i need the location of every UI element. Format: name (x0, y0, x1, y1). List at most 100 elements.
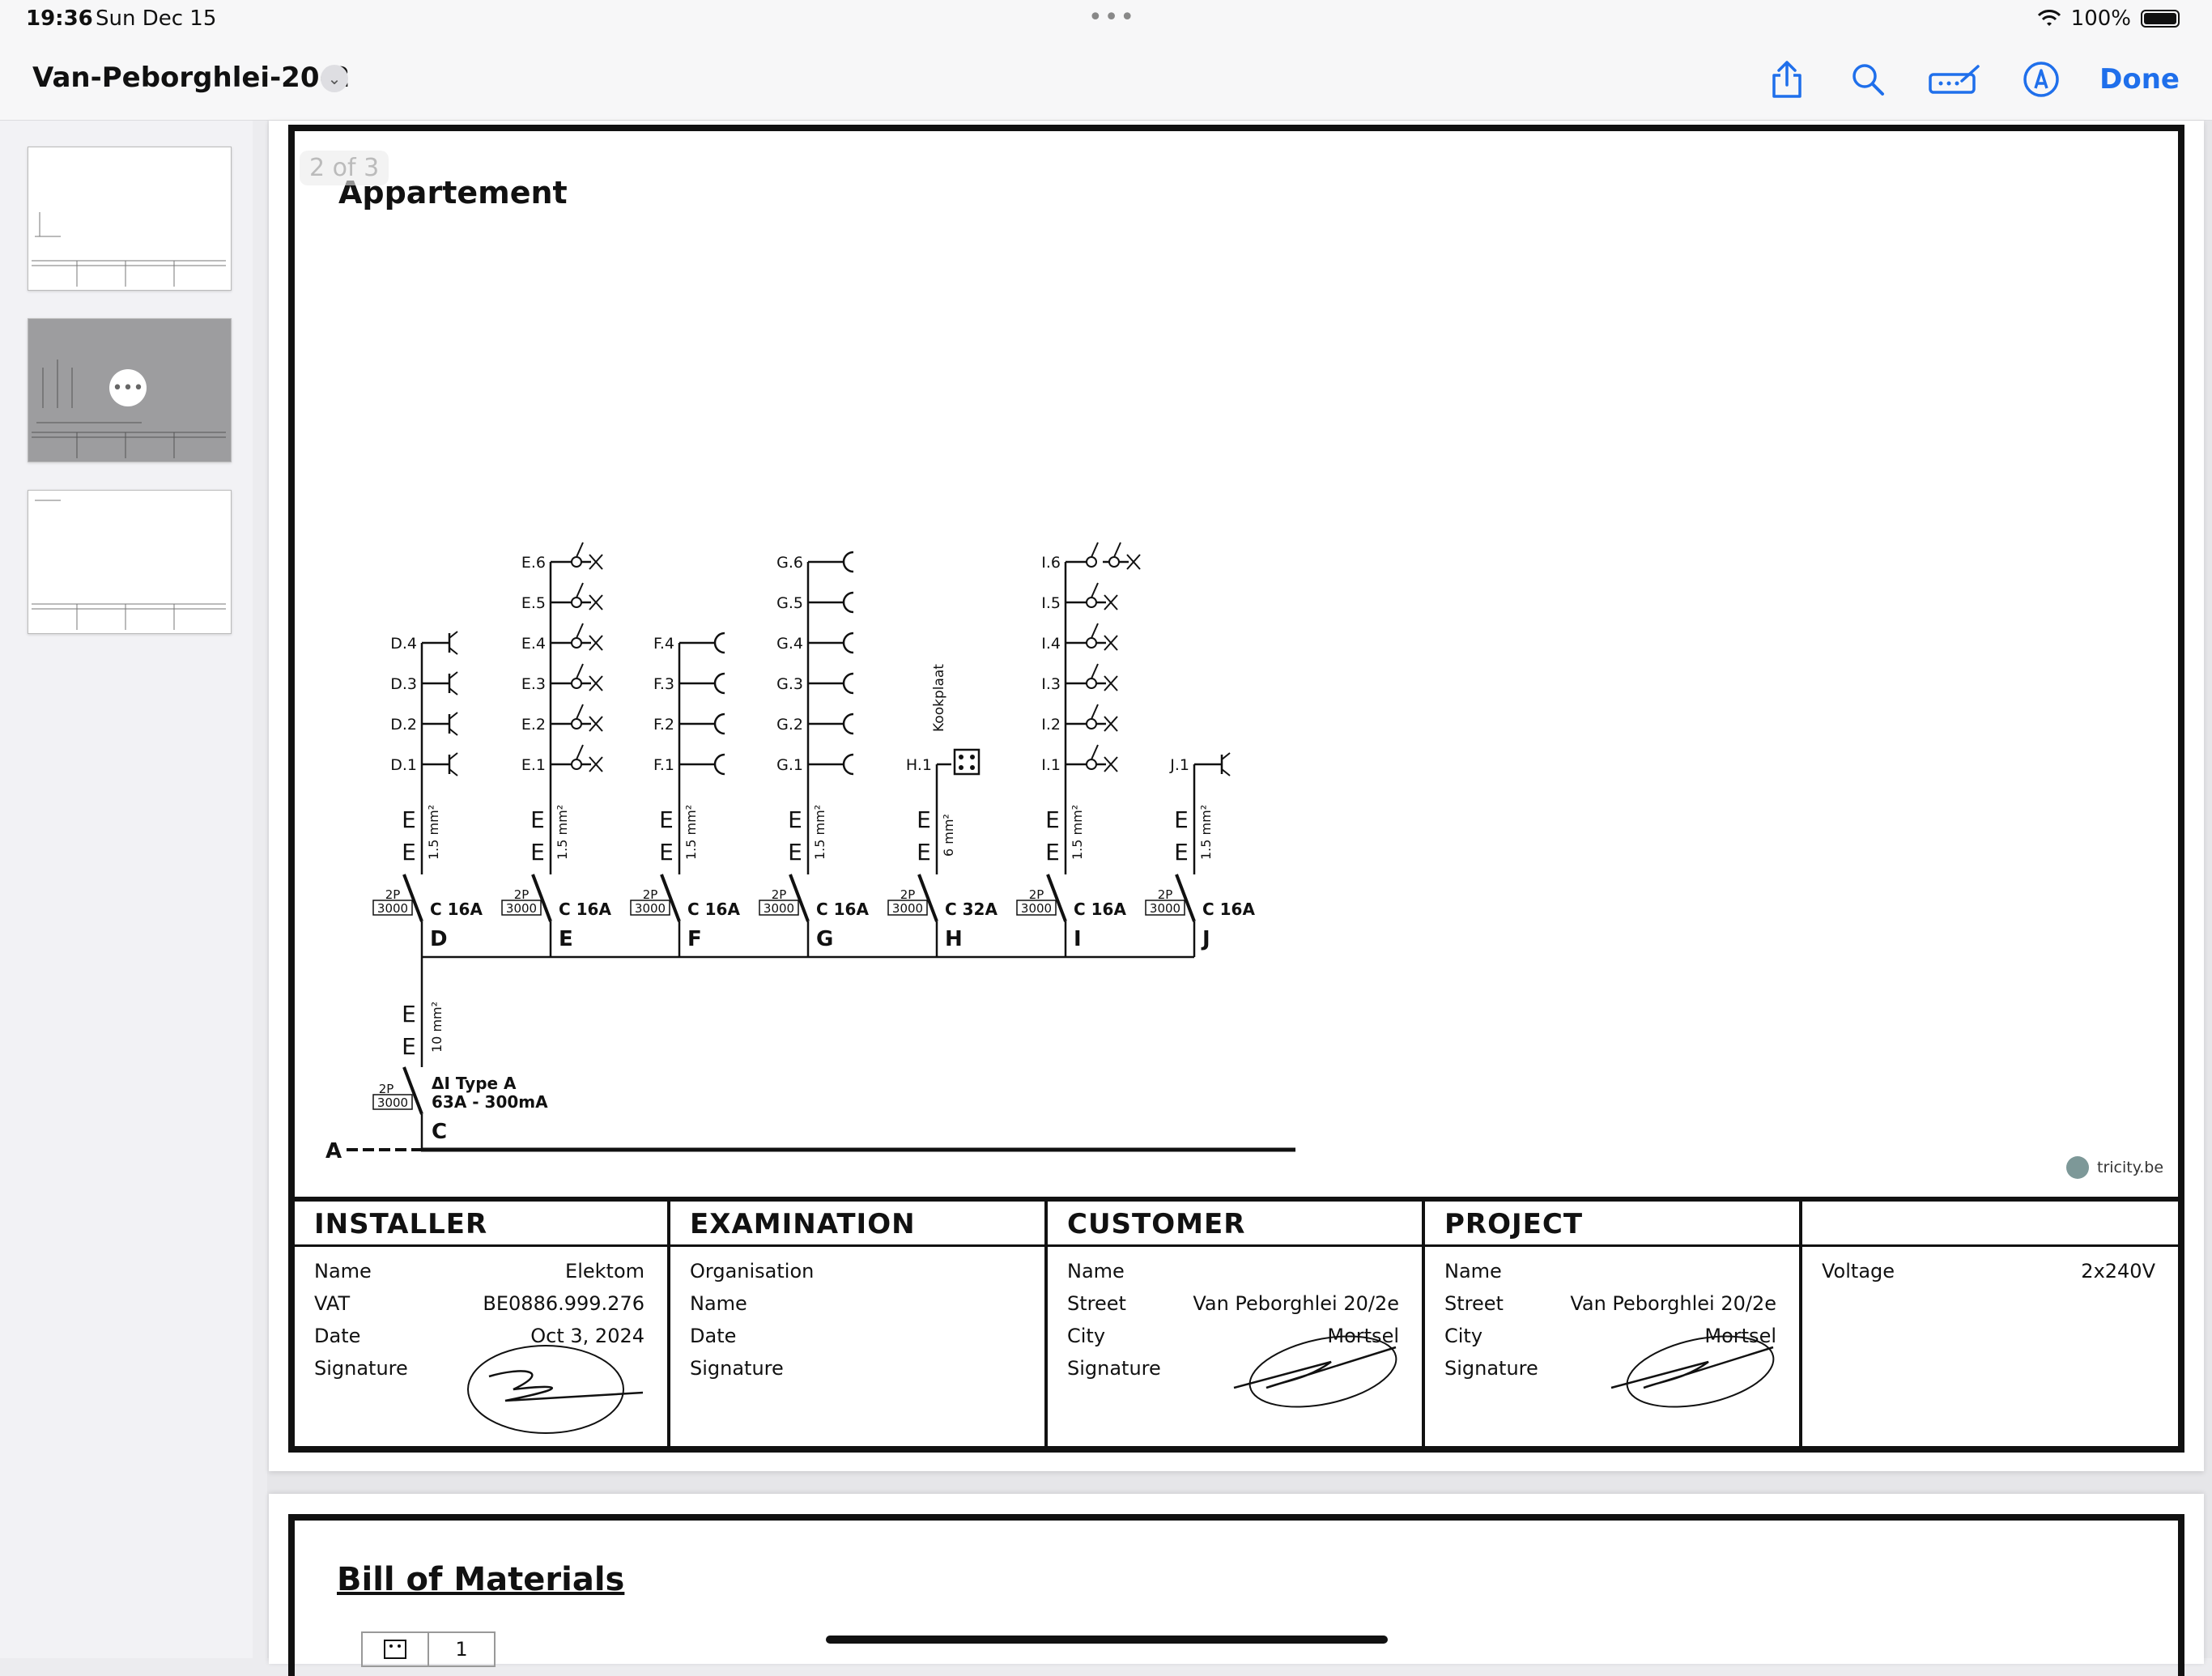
circuit-D-id-label: D (430, 927, 448, 951)
point-I.3-switch-symbol (1086, 678, 1097, 689)
project-street-label: Street (1444, 1292, 1504, 1315)
point-G.6-socket-symbol (842, 551, 854, 573)
point-D.3-symbol-arm2 (449, 687, 458, 695)
circuit-E-breaking: 3000 (506, 901, 537, 916)
main-breaking: 3000 (377, 1095, 408, 1110)
circuit-F-earth-top: E (659, 806, 674, 833)
circuit-I-breaking: 3000 (1021, 901, 1052, 916)
customer-signature (1233, 1335, 1397, 1408)
circuit-I-cable-label: 1.5 mm² (1070, 805, 1085, 860)
supply-label: A (325, 1139, 342, 1163)
customer-name-label: Name (1067, 1260, 1125, 1283)
installer-vat-label: VAT (314, 1292, 351, 1315)
point-F.3-socket-symbol (713, 672, 725, 695)
point-G.4-label: G.4 (776, 635, 803, 653)
point-H.1-dot-3 (959, 765, 963, 770)
point-F.1-label: F.1 (653, 756, 674, 774)
circuit-D-breaking: 3000 (377, 901, 408, 916)
point-G.3-label: G.3 (776, 675, 803, 693)
project-signature-label: Signature (1444, 1357, 1538, 1380)
circuit-H-breaking: 3000 (892, 901, 923, 916)
circuit-G-cable-label: 1.5 mm² (812, 805, 827, 860)
title-block: INSTALLER Name Elektom VAT BE0886.999.276 … (295, 1197, 2178, 1446)
main-rating-label: 63A - 300mA (432, 1092, 548, 1112)
circuit-H-earth-top: E (917, 806, 931, 833)
point-G.1-label: G.1 (776, 756, 803, 774)
installer-section: INSTALLER Name Elektom VAT BE0886.999.276 … (295, 1202, 670, 1446)
socket-symbol-icon (361, 1631, 429, 1667)
point-I.4-label: I.4 (1041, 635, 1061, 653)
point-E.4-switch-arm (576, 623, 584, 639)
point-I.2-switch-symbol (1086, 718, 1097, 730)
point-I.6-switch-arm (1113, 542, 1121, 558)
voltage-label: Voltage (1822, 1260, 1895, 1283)
point-I.3-label: I.3 (1041, 675, 1061, 693)
point-E.4-switch-symbol (571, 637, 582, 649)
point-D.1-symbol-arm (449, 752, 458, 760)
circuit-G-earth-top: E (788, 806, 802, 833)
point-E.3-label: E.3 (521, 675, 546, 693)
circuit-F-id-label: F (687, 927, 702, 951)
point-D.4-label: D.4 (390, 635, 417, 653)
point-E.6-label: E.6 (521, 554, 546, 572)
point-I.2-label: I.2 (1041, 716, 1061, 734)
point-E.6-switch-symbol (571, 556, 582, 568)
circuit-H-note: Kookplaat (931, 664, 947, 732)
project-street-value: Van Peborghlei 20/2e (1570, 1292, 1776, 1315)
point-G.2-label: G.2 (776, 716, 803, 734)
point-I.6-switch-arm (1091, 542, 1099, 558)
point-J.1-label: J.1 (1169, 756, 1189, 774)
point-G.6-label: G.6 (776, 554, 803, 572)
customer-signature-label: Signature (1067, 1357, 1161, 1380)
main-id-label: C (432, 1120, 447, 1144)
examination-org-label: Organisation (690, 1260, 815, 1283)
circuit-E-breaker-label: C 16A (559, 900, 611, 919)
point-G.3-socket-symbol (842, 672, 854, 695)
point-D.3-label: D.3 (390, 675, 417, 693)
point-D.2-label: D.2 (390, 716, 417, 734)
point-I.4-switch-arm (1091, 623, 1099, 639)
circuit-J-earth-top: E (1174, 806, 1189, 833)
point-E.6-switch-arm (576, 542, 584, 558)
customer-city-label: City (1067, 1325, 1106, 1347)
point-F.2-label: F.2 (653, 716, 674, 734)
circuit-G-breaker-label: C 16A (816, 900, 869, 919)
examination-signature-label: Signature (690, 1357, 784, 1380)
point-J.1-symbol-arm (1221, 752, 1231, 760)
point-G.1-socket-symbol (842, 753, 854, 776)
point-I.6-switch-symbol (1108, 556, 1120, 568)
point-D.2-symbol-arm (449, 712, 458, 720)
circuit-D-breaker-label: C 16A (430, 900, 483, 919)
circuit-E-cable-label: 1.5 mm² (555, 805, 570, 860)
point-E.1-switch-arm (576, 744, 584, 760)
point-E.2-switch-symbol (571, 718, 582, 730)
circuit-I-breaker-label: C 16A (1074, 900, 1126, 919)
point-H.1-dot-4 (970, 765, 975, 770)
circuit-E-earth-bottom: E (530, 839, 545, 866)
circuit-G-breaking: 3000 (764, 901, 794, 916)
circuit-J-id-label: J (1201, 927, 1210, 951)
point-I.5-switch-symbol (1086, 597, 1097, 608)
point-E.2-label: E.2 (521, 716, 546, 734)
customer-street-value: Van Peborghlei 20/2e (1193, 1292, 1399, 1315)
circuit-D-earth-top: E (402, 806, 416, 833)
project-heading: PROJECT (1444, 1208, 1584, 1240)
point-H.1-appliance-symbol (953, 748, 981, 776)
circuit-E-id-label: E (559, 927, 573, 951)
customer-heading: CUSTOMER (1067, 1208, 1246, 1240)
circuit-D-cable-label: 1.5 mm² (426, 805, 441, 860)
installer-signature-label: Signature (314, 1357, 408, 1380)
examination-section: EXAMINATION Organisation Name Date Signa… (670, 1202, 1048, 1446)
brand-mark: tricity.be (2066, 1156, 2163, 1179)
point-E.1-switch-symbol (571, 759, 582, 770)
voltage-section: Voltage 2x240V (1802, 1202, 2178, 1446)
point-E.3-switch-symbol (571, 678, 582, 689)
point-F.4-socket-symbol (713, 632, 725, 654)
circuit-E-earth-top: E (530, 806, 545, 833)
point-I.5-switch-arm (1091, 582, 1099, 598)
main-cable-label: 10 mm² (429, 1002, 445, 1053)
home-indicator[interactable] (826, 1636, 1388, 1644)
point-F.3-label: F.3 (653, 675, 674, 693)
point-D.4-symbol-arm (449, 631, 458, 639)
installer-date-label: Date (314, 1325, 361, 1347)
